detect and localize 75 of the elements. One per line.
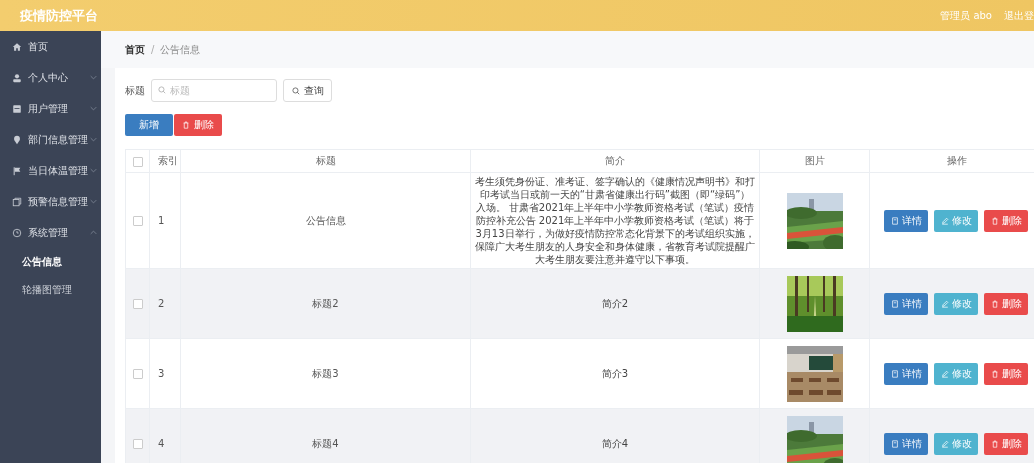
trash-icon [990, 216, 999, 225]
app-title: 疫情防控平台 [20, 6, 98, 25]
sidebar-item[interactable]: 预警信息管理 [0, 186, 101, 217]
home-icon [12, 41, 22, 52]
column-header: 简介 [470, 149, 760, 173]
column-header: 索引 [149, 149, 181, 173]
delete-button[interactable]: 删除 [984, 432, 1028, 455]
breadcrumb-item[interactable]: 首页 [125, 42, 145, 57]
select-all-checkbox[interactable] [132, 156, 143, 167]
detail-button[interactable]: 详情 [884, 362, 928, 385]
search-icon [158, 86, 166, 94]
pencil-icon [940, 439, 949, 448]
sidebar-item[interactable]: 个人中心 [0, 62, 101, 93]
submenu-item[interactable]: 公告信息 [0, 248, 101, 276]
detail-button[interactable]: 详情 [884, 292, 928, 315]
card-icon [12, 103, 22, 114]
pencil-icon [940, 299, 949, 308]
table-cell: 3 [149, 338, 181, 409]
delete-button[interactable]: 删除 [984, 362, 1028, 385]
table-cell: 简介3 [470, 338, 760, 409]
trash-icon [990, 299, 999, 308]
copy-icon [12, 196, 22, 207]
delete-button[interactable]: 删除 [174, 114, 222, 136]
person-icon [12, 72, 22, 83]
trash-icon [990, 439, 999, 448]
table-cell: 简介2 [470, 268, 760, 339]
document-icon [890, 216, 899, 225]
row-checkbox[interactable] [132, 216, 143, 226]
sidebar-item[interactable]: 首页 [0, 31, 101, 62]
sidebar-item[interactable]: 当日体温管理 [0, 155, 101, 186]
sidebar-item[interactable]: 部门信息管理 [0, 124, 101, 155]
document-icon [890, 439, 899, 448]
table-cell: 1 [149, 172, 181, 269]
detail-button[interactable]: 详情 [884, 209, 928, 232]
detail-button[interactable]: 详情 [884, 432, 928, 455]
edit-button[interactable]: 修改 [934, 209, 978, 232]
search-label: 标题 [125, 83, 145, 98]
table-cell: 标题2 [180, 268, 471, 339]
breadcrumb-separator: / [151, 44, 155, 55]
column-header: 操作 [869, 149, 1034, 173]
table-cell: 2 [149, 268, 181, 339]
search-field[interactable]: 标题 [151, 79, 277, 102]
sidebar-item[interactable]: 用户管理 [0, 93, 101, 124]
trash-icon [990, 369, 999, 378]
pencil-icon [940, 216, 949, 225]
pencil-icon [940, 369, 949, 378]
delete-button[interactable]: 删除 [984, 209, 1028, 232]
table-cell: 标题4 [180, 408, 471, 463]
edit-button[interactable]: 修改 [934, 432, 978, 455]
row-checkbox[interactable] [132, 439, 143, 449]
column-header: 图片 [759, 149, 870, 173]
table-cell: 公告信息 [180, 172, 471, 269]
breadcrumb-item: 公告信息 [160, 42, 201, 57]
add-button[interactable]: 新增 [125, 114, 173, 136]
table-cell: 4 [149, 408, 181, 463]
location-pin-icon [12, 134, 22, 145]
row-checkbox[interactable] [132, 299, 143, 309]
column-header: 标题 [180, 149, 471, 173]
document-icon [890, 369, 899, 378]
submenu-item[interactable]: 轮播图管理 [0, 276, 101, 304]
search-button[interactable]: 查询 [283, 79, 332, 102]
table-cell: 标题3 [180, 338, 471, 409]
sidebar-item[interactable]: 系统管理 [0, 217, 101, 248]
trash-icon [182, 121, 190, 129]
edit-button[interactable]: 修改 [934, 362, 978, 385]
row-checkbox[interactable] [132, 369, 143, 379]
delete-button[interactable]: 删除 [984, 292, 1028, 315]
clock-icon [12, 227, 22, 238]
search-icon [291, 86, 300, 95]
document-icon [890, 299, 899, 308]
table-cell: 考生须凭身份证、准考证、签字确认的《健康情况声明书》和打印考试当日或前一天的“甘肃省健康出行码”截图（即“绿码”）入场。 甘肃省2021年上半年中小学教师资格考试（笔试）疫情防控补充公告 2021年上半年中小学教师资格考试（笔试）将于3月13日举行，为做好疫情防控常态化背景下的考试组织实施，保障广大考生朋友的人身安全和身体健康，省教育考试院提醒广大考生朋友要注意并遵守以下事项。 [470, 172, 760, 269]
table-cell: 简介4 [470, 408, 760, 463]
user-name: 管理员 abo [940, 8, 992, 23]
flag-icon [12, 165, 22, 176]
edit-button[interactable]: 修改 [934, 292, 978, 315]
